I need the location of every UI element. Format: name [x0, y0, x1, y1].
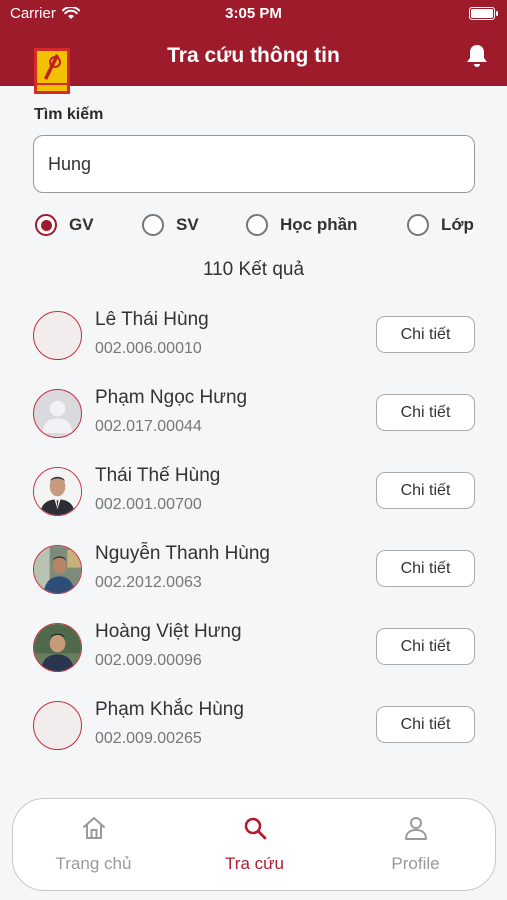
person-code: 002.009.00096 [95, 652, 202, 669]
radio-unselected-icon[interactable] [407, 214, 429, 236]
person-code: 002.001.00700 [95, 496, 202, 513]
bottom-tab-bar: Trang chủ Tra cứu Profile [12, 798, 496, 891]
avatar [33, 701, 82, 750]
filter-option-sv[interactable]: SV [142, 214, 199, 236]
person-code: 002.009.00265 [95, 730, 202, 747]
person-name: Nguyễn Thanh Hùng [95, 543, 270, 564]
list-item[interactable]: Lê Thái Hùng 002.006.00010 Chi tiết [0, 296, 507, 374]
avatar [33, 311, 82, 360]
person-photo [34, 624, 81, 671]
notification-bell-icon[interactable] [464, 43, 490, 69]
result-count: 110 Kết quả [202, 259, 305, 280]
person-name: Phạm Ngọc Hưng [95, 387, 248, 408]
filter-label-gv: GV [69, 215, 94, 234]
tab-label: Trang chủ [55, 854, 132, 873]
person-name: Hoàng Việt Hưng [95, 621, 242, 642]
avatar [33, 389, 82, 438]
detail-button[interactable]: Chi tiết [376, 628, 475, 665]
avatar [33, 545, 82, 594]
search-field-container [33, 135, 475, 193]
detail-button[interactable]: Chi tiết [376, 472, 475, 509]
detail-button[interactable]: Chi tiết [376, 550, 475, 587]
person-code: 002.017.00044 [95, 418, 202, 435]
list-item[interactable]: Thái Thế Hùng 002.001.00700 Chi tiết [0, 452, 507, 530]
search-label: Tìm kiếm [34, 106, 104, 123]
person-code: 002.006.00010 [95, 340, 202, 357]
list-item[interactable]: Nguyễn Thanh Hùng 002.2012.0063 Chi tiết [0, 530, 507, 608]
tab-home[interactable]: Trang chủ [13, 799, 174, 892]
tab-search[interactable]: Tra cứu [174, 799, 335, 892]
home-icon [82, 817, 105, 839]
list-item[interactable]: Hoàng Việt Hưng 002.009.00096 Chi tiết [0, 608, 507, 686]
filter-radio-group: GV SV Học phần Lớp [0, 214, 507, 244]
results-list: Lê Thái Hùng 002.006.00010 Chi tiết Phạm… [0, 296, 507, 796]
filter-option-hoc-phan[interactable]: Học phần [246, 214, 357, 236]
detail-button[interactable]: Chi tiết [376, 706, 475, 743]
person-placeholder-icon [42, 400, 73, 434]
avatar [33, 623, 82, 672]
search-input[interactable] [34, 136, 474, 192]
filter-label-lop: Lớp [441, 215, 474, 234]
detail-button[interactable]: Chi tiết [376, 316, 475, 353]
tab-label: Tra cứu [225, 854, 284, 873]
detail-button[interactable]: Chi tiết [376, 394, 475, 431]
person-photo [34, 546, 81, 593]
radio-unselected-icon[interactable] [142, 214, 164, 236]
search-icon [244, 817, 266, 840]
person-icon [404, 817, 427, 840]
person-photo [34, 468, 81, 515]
person-name: Phạm Khắc Hùng [95, 699, 244, 720]
filter-option-lop[interactable]: Lớp [407, 214, 474, 236]
radio-unselected-icon[interactable] [246, 214, 268, 236]
tab-profile[interactable]: Profile [335, 799, 496, 892]
person-code: 002.2012.0063 [95, 574, 202, 591]
page-title: Tra cứu thông tin [167, 44, 340, 67]
status-bar: Carrier 3:05 PM [0, 0, 507, 28]
avatar [33, 467, 82, 516]
status-time: 3:05 PM [225, 5, 282, 22]
filter-option-gv[interactable]: GV [35, 214, 94, 236]
filter-label-hoc-phan: Học phần [280, 215, 358, 234]
battery-icon [469, 7, 498, 20]
app-header: Tra cứu thông tin [0, 28, 507, 94]
list-item[interactable]: Phạm Khắc Hùng 002.009.00265 Chi tiết [0, 686, 507, 764]
list-item[interactable]: Phạm Ngọc Hưng 002.017.00044 Chi tiết [0, 374, 507, 452]
person-name: Lê Thái Hùng [95, 309, 209, 330]
radio-selected-icon[interactable] [35, 214, 57, 236]
person-name: Thái Thế Hùng [95, 465, 221, 486]
tab-label: Profile [391, 854, 440, 873]
filter-label-sv: SV [176, 215, 199, 234]
